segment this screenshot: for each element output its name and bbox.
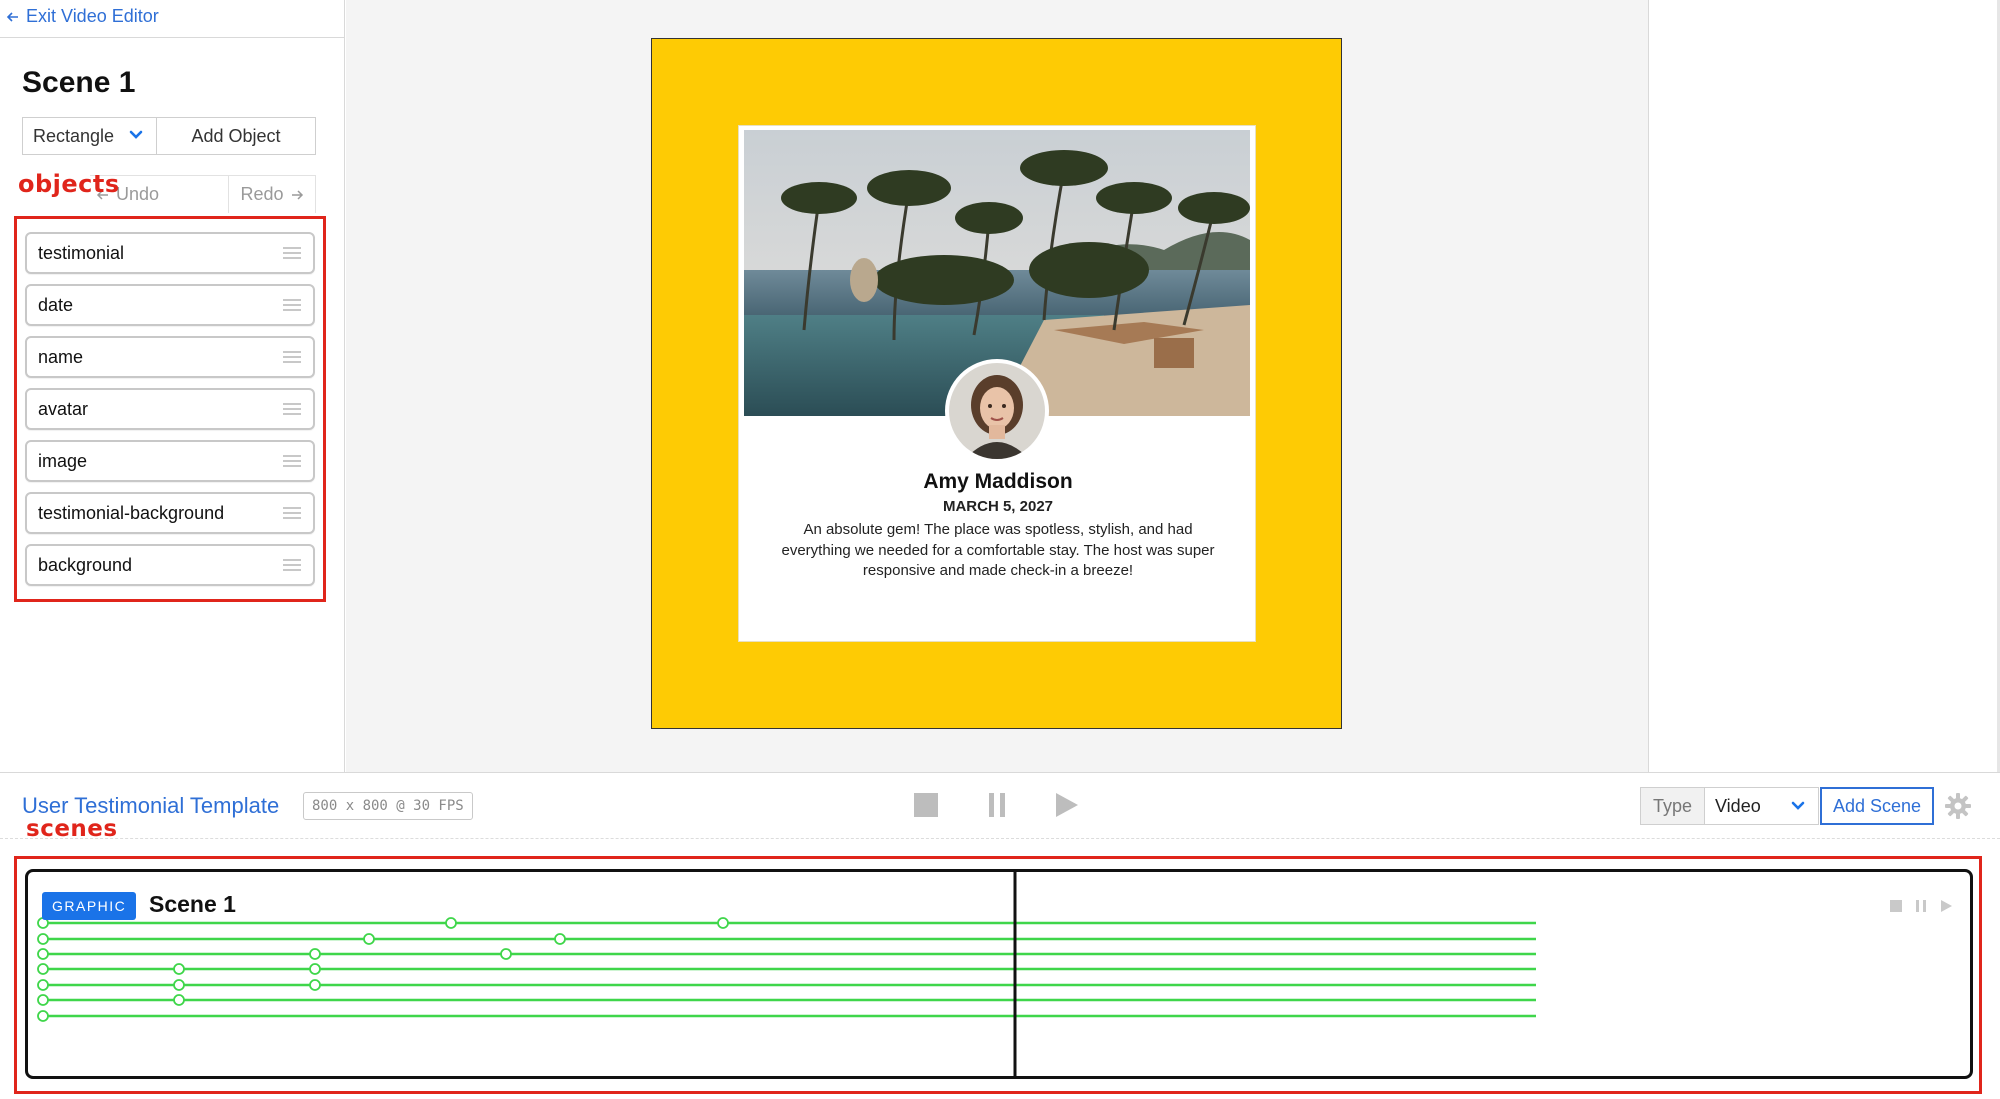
keyframe-marker[interactable] bbox=[173, 994, 185, 1006]
object-label: avatar bbox=[38, 398, 89, 419]
scene-title: Scene 1 bbox=[22, 66, 136, 99]
object-type-select[interactable]: Rectangle bbox=[22, 117, 156, 155]
object-item-background[interactable]: background bbox=[25, 544, 315, 586]
object-item-date[interactable]: date bbox=[25, 284, 315, 326]
chevron-down-icon bbox=[1791, 801, 1805, 810]
scene-card-title: Scene 1 bbox=[149, 891, 236, 917]
objects-annotation: objects bbox=[18, 170, 120, 198]
scene-timeline[interactable] bbox=[28, 872, 1973, 1079]
properties-panel bbox=[1648, 0, 2000, 772]
drag-handle-icon[interactable] bbox=[283, 350, 301, 364]
redo-label: Redo bbox=[240, 184, 284, 204]
object-item-testimonial[interactable]: testimonial bbox=[25, 232, 315, 274]
object-item-avatar[interactable]: avatar bbox=[25, 388, 315, 430]
object-item-name[interactable]: name bbox=[25, 336, 315, 378]
divider bbox=[0, 838, 2000, 839]
keyframe-marker[interactable] bbox=[37, 933, 49, 945]
left-panel: Exit Video Editor Scene 1 Rectangle Add … bbox=[0, 0, 345, 772]
settings-button[interactable] bbox=[1944, 792, 1972, 820]
stop-button[interactable] bbox=[909, 788, 943, 822]
keyframe-marker[interactable] bbox=[445, 917, 457, 929]
keyframe-marker[interactable] bbox=[37, 963, 49, 975]
keyframe-marker[interactable] bbox=[37, 1010, 49, 1022]
drag-handle-icon[interactable] bbox=[283, 558, 301, 572]
add-object-button[interactable]: Add Object bbox=[156, 117, 316, 155]
divider bbox=[0, 37, 345, 38]
add-scene-button[interactable]: Add Scene bbox=[1820, 787, 1934, 825]
type-value: Video bbox=[1715, 795, 1761, 816]
play-icon bbox=[1056, 793, 1078, 817]
project-meta-badge: 800 x 800 @ 30 FPS bbox=[303, 792, 473, 820]
scene-card[interactable]: GRAPHIC Scene 1 bbox=[25, 869, 1973, 1079]
gear-icon bbox=[1945, 793, 1971, 819]
object-label: testimonial-background bbox=[38, 502, 225, 523]
object-label: name bbox=[38, 346, 84, 367]
arrow-left-icon bbox=[6, 11, 18, 22]
scene-pause-icon[interactable] bbox=[1913, 898, 1929, 914]
testimonial-card[interactable]: Amy Maddison MARCH 5, 2027 An absolute g… bbox=[738, 125, 1256, 642]
divider bbox=[0, 772, 2000, 773]
testimonial-name[interactable]: Amy Maddison bbox=[739, 470, 1257, 494]
stop-icon bbox=[914, 793, 938, 817]
scene-play-icon[interactable] bbox=[1938, 898, 1954, 914]
objects-list: testimonial date name avatar image testi… bbox=[14, 216, 326, 602]
keyframe-marker[interactable] bbox=[309, 948, 321, 960]
play-button[interactable] bbox=[1049, 788, 1083, 822]
object-item-testimonial-background[interactable]: testimonial-background bbox=[25, 492, 315, 534]
pause-icon bbox=[989, 793, 1005, 817]
type-label: Type bbox=[1640, 787, 1705, 825]
avatar[interactable] bbox=[945, 359, 1049, 463]
keyframe-marker[interactable] bbox=[717, 917, 729, 929]
keyframe-marker[interactable] bbox=[173, 963, 185, 975]
keyframe-marker[interactable] bbox=[37, 979, 49, 991]
pause-button[interactable] bbox=[980, 788, 1014, 822]
drag-handle-icon[interactable] bbox=[283, 402, 301, 416]
undo-label: Undo bbox=[116, 184, 160, 204]
scene-stop-icon[interactable] bbox=[1888, 898, 1904, 914]
drag-handle-icon[interactable] bbox=[283, 454, 301, 468]
scenes-annotation: scenes bbox=[26, 816, 118, 842]
exit-video-editor-link[interactable]: Exit Video Editor bbox=[6, 6, 159, 27]
object-type-value: Rectangle bbox=[33, 125, 115, 146]
drag-handle-icon[interactable] bbox=[283, 246, 301, 260]
type-select[interactable]: Video bbox=[1704, 787, 1819, 825]
drag-handle-icon[interactable] bbox=[283, 298, 301, 312]
keyframe-marker[interactable] bbox=[363, 933, 375, 945]
exit-label: Exit Video Editor bbox=[26, 6, 159, 26]
chevron-down-icon bbox=[129, 130, 143, 139]
keyframe-marker[interactable] bbox=[37, 994, 49, 1006]
keyframe-marker[interactable] bbox=[309, 979, 321, 991]
object-label: background bbox=[38, 554, 133, 575]
object-label: date bbox=[38, 294, 74, 315]
keyframe-marker[interactable] bbox=[173, 979, 185, 991]
person-portrait bbox=[949, 363, 1045, 459]
testimonial-date[interactable]: MARCH 5, 2027 bbox=[739, 498, 1257, 515]
keyframe-marker[interactable] bbox=[500, 948, 512, 960]
keyframe-marker[interactable] bbox=[37, 948, 49, 960]
arrow-right-icon bbox=[291, 189, 303, 200]
object-label: image bbox=[38, 450, 88, 471]
scenes-list: GRAPHIC Scene 1 bbox=[14, 856, 1982, 1094]
avatar-photo bbox=[949, 363, 1045, 459]
testimonial-text[interactable]: An absolute gem! The place was spotless,… bbox=[779, 520, 1217, 582]
keyframe-marker[interactable] bbox=[554, 933, 566, 945]
drag-handle-icon[interactable] bbox=[283, 506, 301, 520]
scene-type-badge: GRAPHIC bbox=[42, 892, 137, 920]
object-label: testimonial bbox=[38, 242, 125, 263]
redo-button[interactable]: Redo bbox=[228, 175, 316, 213]
video-frame-background[interactable]: Amy Maddison MARCH 5, 2027 An absolute g… bbox=[651, 38, 1342, 729]
keyframe-marker[interactable] bbox=[309, 963, 321, 975]
object-item-image[interactable]: image bbox=[25, 440, 315, 482]
